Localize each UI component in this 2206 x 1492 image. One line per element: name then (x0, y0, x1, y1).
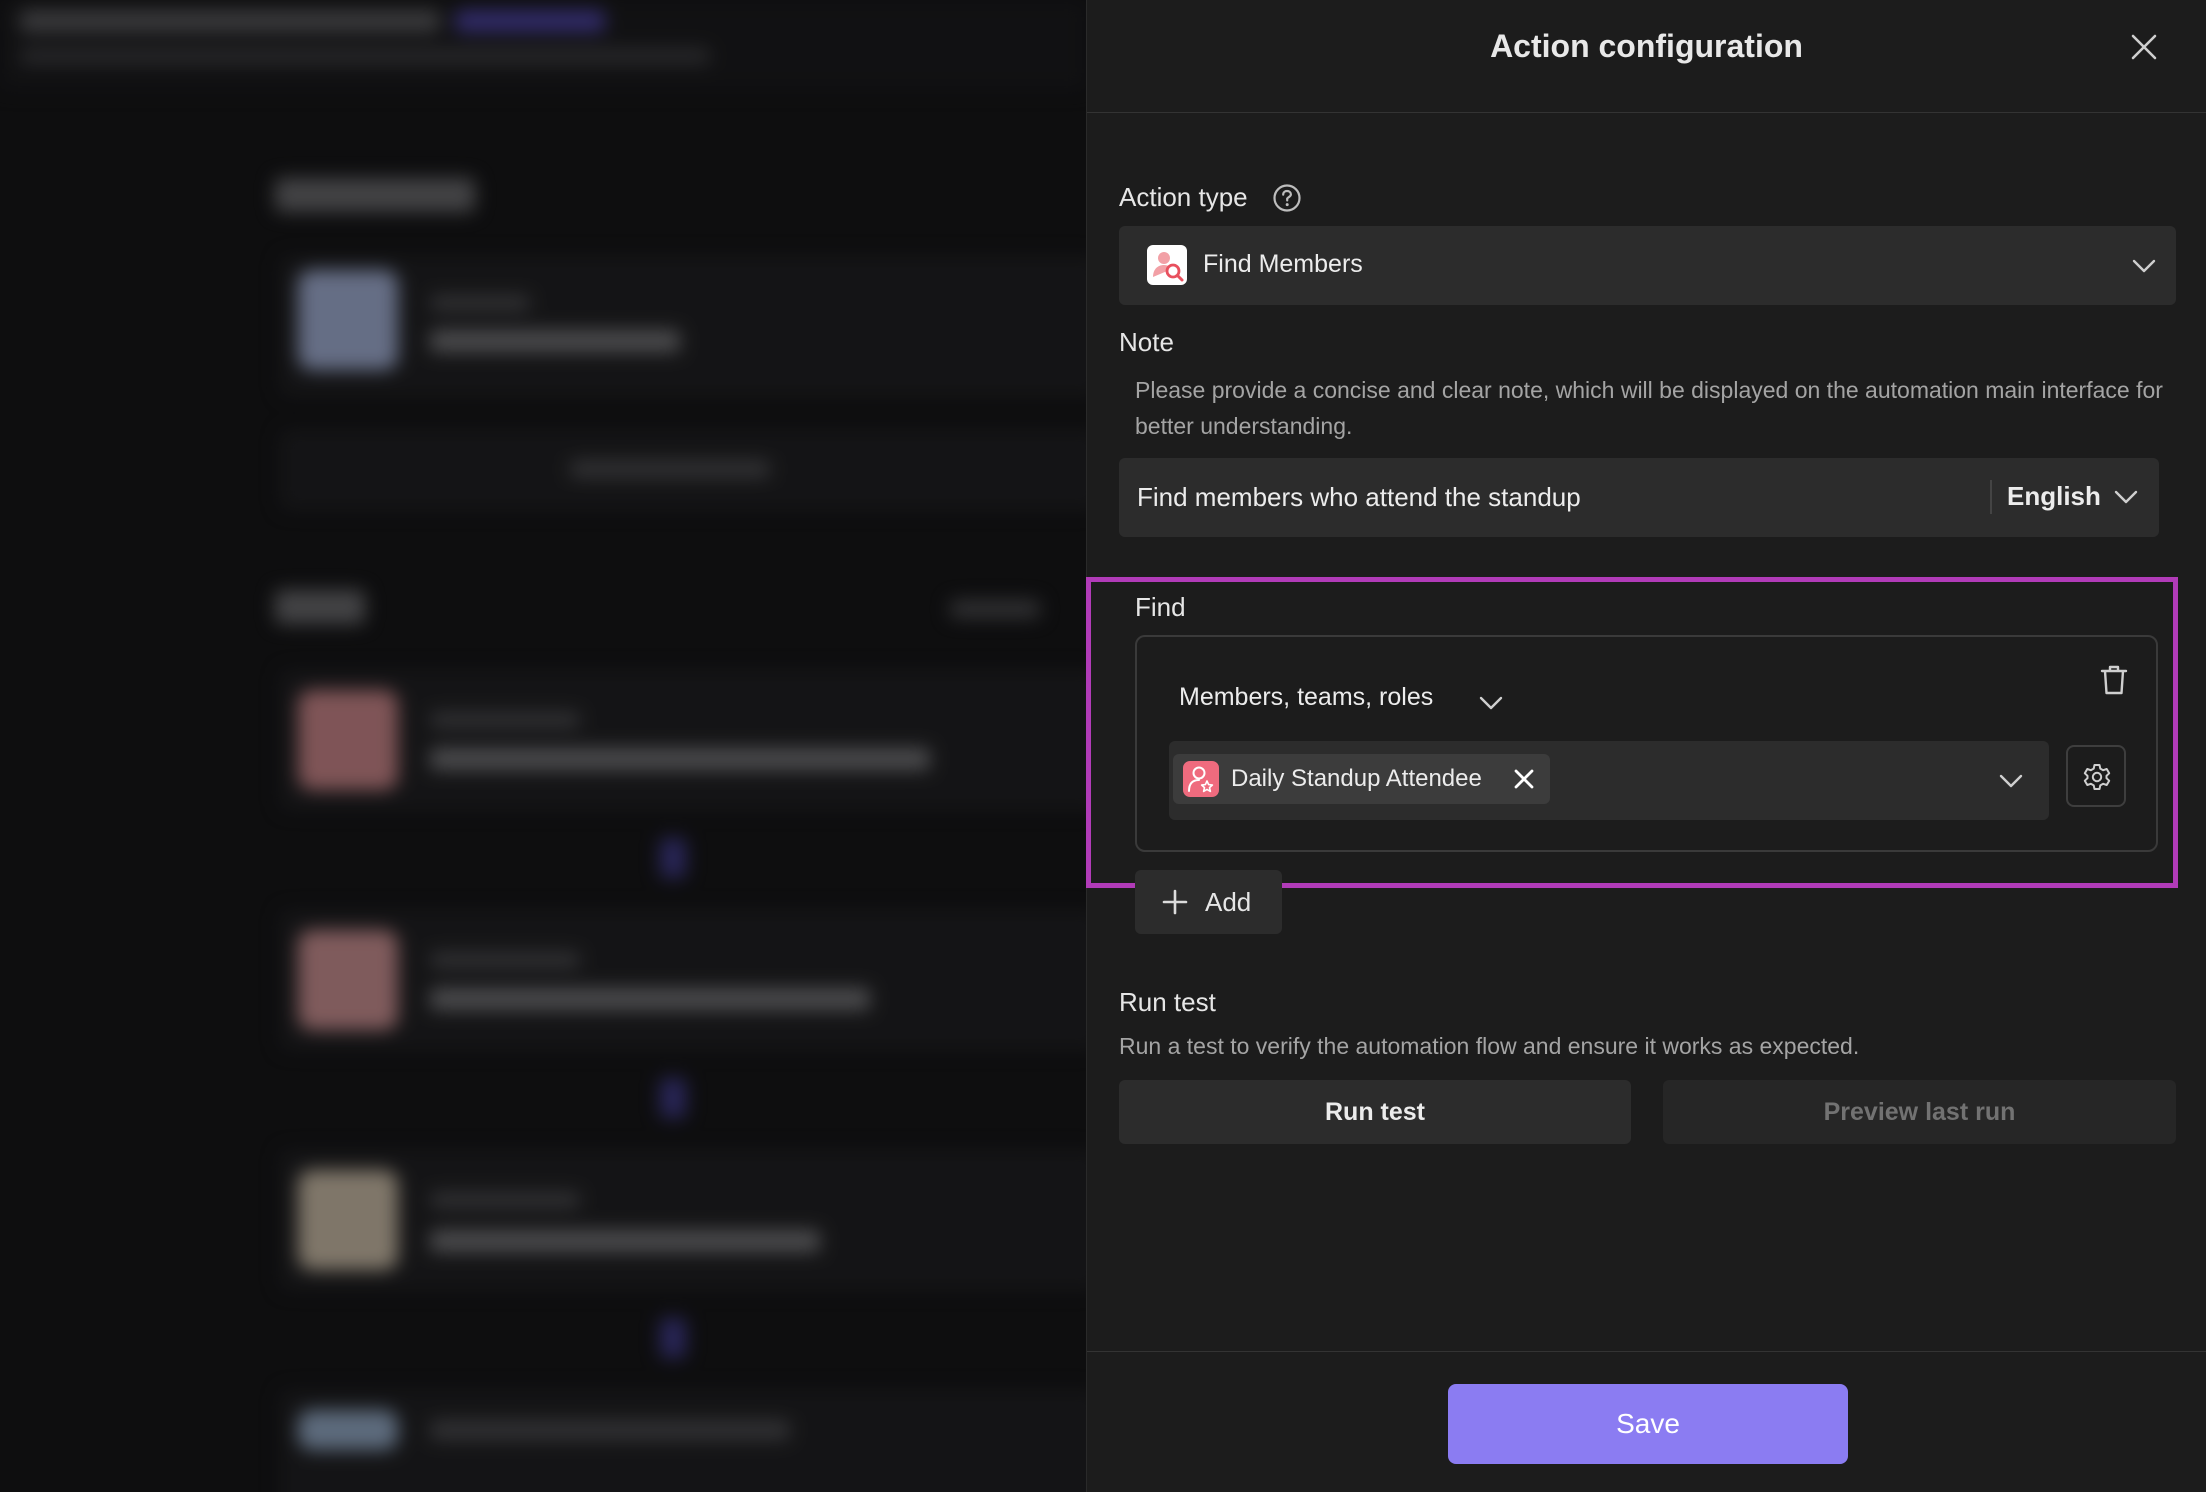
close-icon[interactable] (2127, 30, 2161, 64)
language-value: English (2007, 481, 2101, 511)
add-label: Add (1205, 887, 1252, 917)
run-test-label: Run test (1119, 987, 1216, 1017)
note-input[interactable]: Find members who attend the standup Engl… (1119, 458, 2159, 537)
run-test-description: Run a test to verify the automation flow… (1119, 1033, 1860, 1059)
find-members-icon (1147, 245, 1187, 285)
scope-select[interactable]: Members, teams, roles (1179, 679, 1509, 719)
background-overlay[interactable] (0, 0, 1086, 1492)
preview-last-run-button[interactable]: Preview last run (1663, 1080, 2176, 1144)
scope-value: Members, teams, roles (1179, 683, 1434, 711)
role-icon (1183, 761, 1219, 797)
action-type-select[interactable]: Find Members (1119, 226, 2176, 305)
drawer-header: Action configuration (1087, 0, 2206, 113)
action-type-value: Find Members (1203, 250, 1363, 278)
find-condition-card: Members, teams, roles (1135, 635, 2158, 852)
save-button[interactable]: Save (1448, 1384, 1848, 1464)
divider (1990, 480, 1992, 514)
drawer-footer: Save (1087, 1351, 2206, 1492)
plus-icon (1162, 889, 1188, 915)
help-circle-icon[interactable] (1272, 183, 1302, 213)
note-value: Find members who attend the standup (1137, 482, 1581, 512)
add-condition-button[interactable]: Add (1135, 870, 1282, 934)
gear-icon (2083, 764, 2111, 790)
note-description: Please provide a concise and clear note,… (1135, 377, 2163, 439)
action-configuration-drawer: Action configuration Action type Find Me… (1086, 0, 2206, 1492)
selected-tag: Daily Standup Attendee (1173, 754, 1550, 804)
trash-icon[interactable] (2098, 663, 2130, 697)
find-label: Find (1135, 592, 1186, 622)
settings-button[interactable] (2066, 745, 2126, 807)
action-type-label: Action type (1119, 182, 1248, 212)
chevron-down-icon (1479, 696, 1503, 710)
tag-label: Daily Standup Attendee (1231, 765, 1482, 792)
drawer-title: Action configuration (1490, 28, 1803, 64)
language-select[interactable]: English (1996, 458, 2156, 537)
chevron-down-icon (1999, 774, 2023, 788)
note-label: Note (1119, 327, 1174, 357)
chevron-down-icon (2132, 259, 2156, 273)
remove-tag-icon[interactable] (1513, 768, 1535, 790)
run-test-button[interactable]: Run test (1119, 1080, 1631, 1144)
background-app (0, 0, 1086, 1492)
chevron-down-icon (2114, 490, 2138, 504)
